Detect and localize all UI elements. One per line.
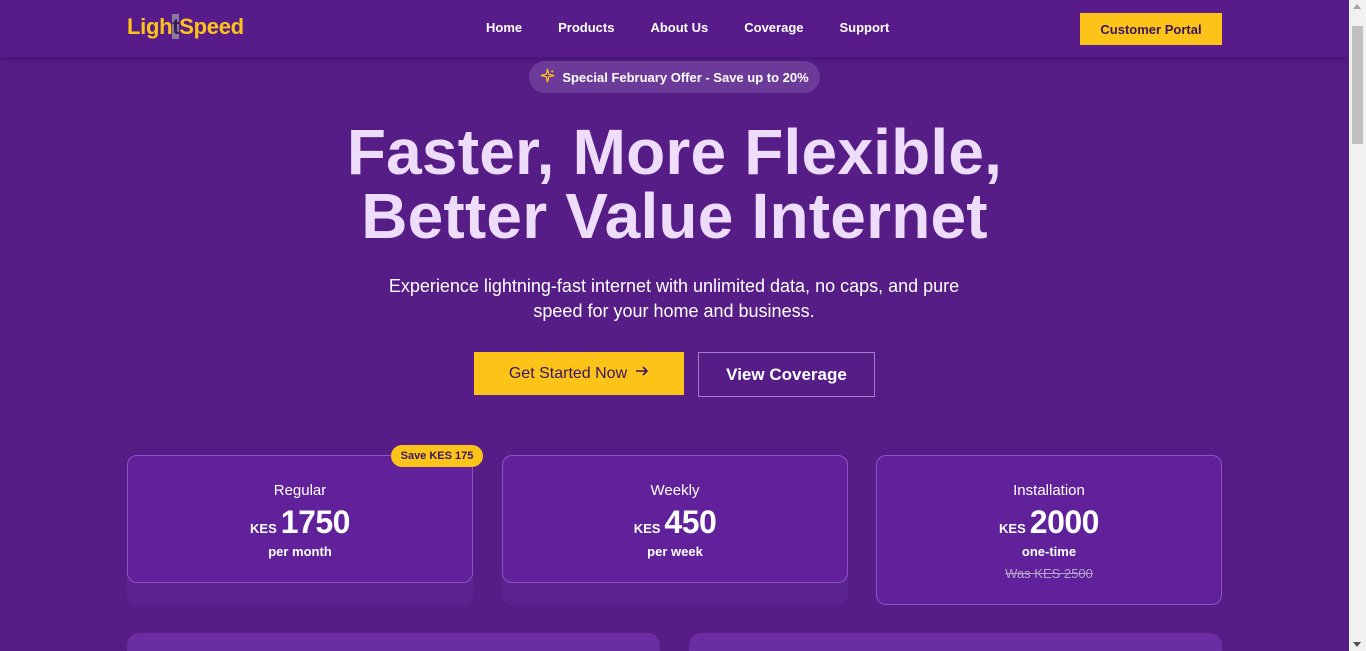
plan-card-regular-wrap: Regular KES 1750 per month — [127, 455, 473, 605]
plan-title: Regular — [273, 482, 327, 499]
nav-support[interactable]: Support — [840, 20, 890, 35]
scroll-up-icon[interactable] — [1353, 4, 1361, 9]
offer-text: Special February Offer - Save up to 20% — [562, 69, 809, 85]
scroll-down-icon[interactable] — [1353, 642, 1361, 647]
plan-price: KES 1750 — [128, 504, 472, 541]
get-started-label: Get Started Now — [508, 364, 628, 382]
save-badge: Save KES 175 — [391, 445, 483, 467]
plan-period: per week — [647, 544, 703, 559]
plan-card-installation[interactable]: Installation KES 2000 one-time Was KES 2… — [876, 455, 1222, 605]
plan-amount: 450 — [664, 504, 717, 540]
feature-panel-left — [127, 633, 660, 651]
plan-title: Weekly — [650, 482, 700, 499]
plan-amount: 2000 — [1029, 504, 1100, 540]
plan-currency: KES — [999, 521, 1026, 536]
view-coverage-button[interactable]: View Coverage — [698, 352, 875, 397]
hero-title: Faster, More Flexible, Better Value Inte… — [0, 120, 1349, 248]
top-navbar: LightSpeed Home Products About Us Covera… — [0, 0, 1349, 57]
offer-banner: Special February Offer - Save up to 20% — [529, 61, 820, 93]
plan-card-weekly[interactable]: Weekly KES 450 per week — [502, 455, 848, 583]
hero-subtitle: Experience lightning-fast internet with … — [388, 276, 960, 321]
hero-title-line1: Faster, More Flexible, — [346, 116, 1003, 188]
vertical-scrollbar[interactable] — [1349, 0, 1366, 651]
logo-text-part2: Speed — [179, 14, 244, 39]
plan-period: per month — [268, 544, 332, 559]
logo[interactable]: LightSpeed — [127, 14, 244, 40]
hero-title-line2: Better Value Internet — [361, 180, 988, 252]
plan-card-weekly-wrap: Weekly KES 450 per week — [502, 455, 848, 605]
logo-text-part1: Ligh — [127, 14, 173, 39]
plan-price: KES 2000 — [877, 504, 1221, 541]
nav-products[interactable]: Products — [558, 20, 614, 35]
nav-home[interactable]: Home — [486, 20, 522, 35]
plan-currency: KES — [633, 521, 661, 536]
scrollbar-thumb[interactable] — [1352, 26, 1363, 144]
plan-amount: 1750 — [280, 504, 351, 540]
plan-card-installation-wrap: Installation KES 2000 one-time Was KES 2… — [876, 455, 1222, 605]
plan-old-price: Was KES 2500 — [1005, 566, 1093, 581]
plan-title: Installation — [1013, 482, 1085, 499]
nav-coverage[interactable]: Coverage — [744, 20, 803, 35]
plan-period: one-time — [1021, 544, 1077, 559]
page: LightSpeed Home Products About Us Covera… — [0, 0, 1349, 651]
sparkle-icon — [540, 68, 555, 87]
nav-about-us[interactable]: About Us — [650, 20, 708, 35]
plan-price: KES 450 — [503, 504, 847, 541]
get-started-button[interactable]: Get Started Now — [474, 352, 684, 395]
feature-panel-right — [689, 633, 1222, 651]
arrow-right-icon — [635, 364, 649, 383]
plan-card-regular[interactable]: Regular KES 1750 per month — [127, 455, 473, 583]
main-nav: Home Products About Us Coverage Support — [486, 20, 925, 35]
plan-currency: KES — [250, 521, 277, 536]
customer-portal-button[interactable]: Customer Portal — [1080, 13, 1222, 45]
